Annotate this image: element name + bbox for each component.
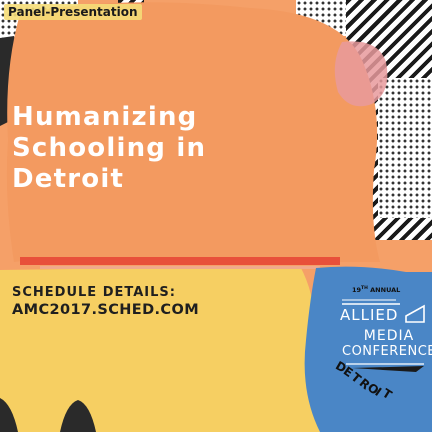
edition-number: 19	[352, 286, 362, 295]
detroit-lettering: D E T R O I T	[330, 358, 430, 402]
title-line-2: Schooling in	[12, 133, 207, 163]
schedule-url: AMC2017.SCHED.COM	[12, 302, 200, 318]
logo-line-media: MEDIA	[363, 328, 415, 344]
title-line-1: Humanizing	[12, 102, 198, 132]
logo-line-conference: CONFERENCE	[342, 344, 432, 359]
edition-suffix: TH	[361, 286, 368, 291]
edition-text: ANNUAL	[370, 286, 401, 295]
logo-line-allied: ALLIED	[340, 306, 399, 324]
title-line-3: Detroit	[12, 164, 125, 194]
schedule-label: SCHEDULE DETAILS:	[12, 285, 176, 300]
red-stripe-band	[20, 257, 340, 265]
edition-badge: 19TH ANNUAL	[352, 286, 400, 294]
pink-blob-shape	[334, 41, 388, 107]
category-tag: Panel-Presentation	[4, 4, 142, 20]
red-stripe-band-lower	[40, 266, 320, 269]
page-title: Humanizing Schooling in Detroit	[12, 102, 312, 195]
